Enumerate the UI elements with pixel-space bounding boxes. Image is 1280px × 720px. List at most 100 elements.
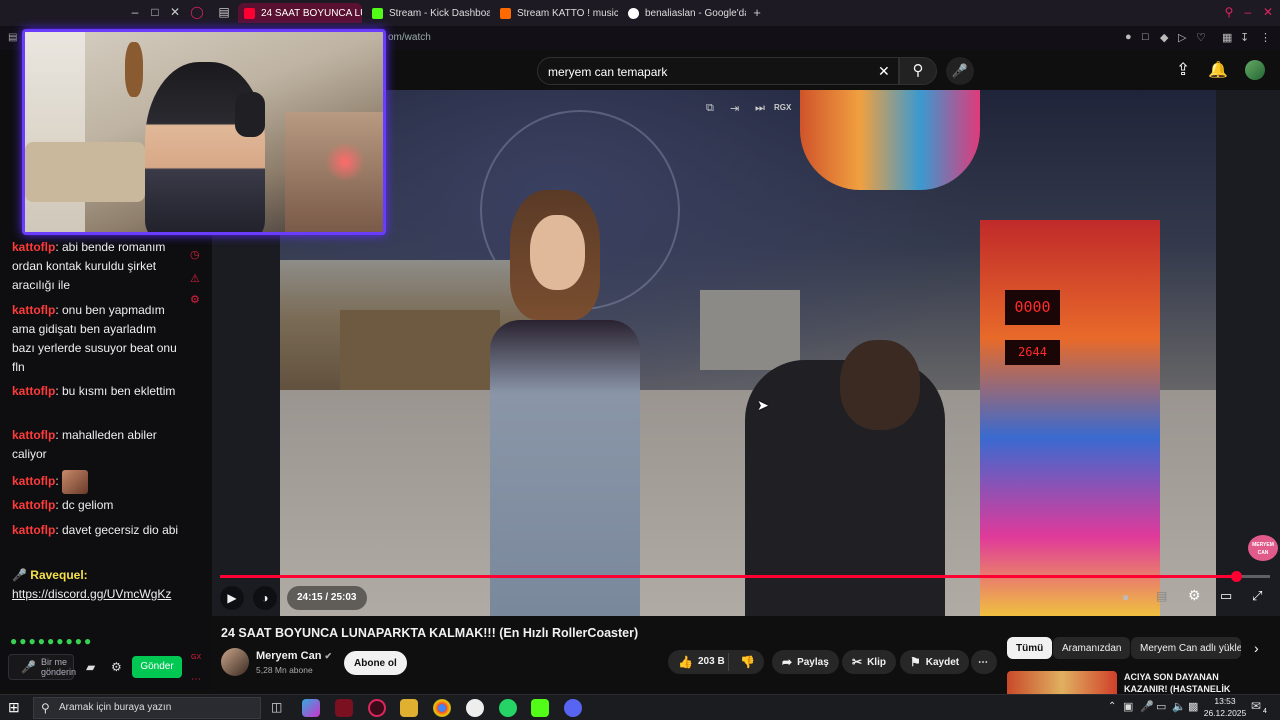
- clip-button[interactable]: ✂ Klip: [842, 650, 896, 674]
- autoplay-toggle-icon[interactable]: ●: [1122, 590, 1129, 604]
- tab-youtube[interactable]: 24 SAAT BOYUNCA LUNA: [238, 3, 362, 23]
- miniplayer-icon[interactable]: ⧉: [706, 102, 714, 115]
- play-button[interactable]: ▶: [220, 586, 244, 610]
- gx-icon[interactable]: GX: [191, 654, 201, 661]
- clear-search-icon[interactable]: ✕: [878, 63, 890, 80]
- tab-grid-icon[interactable]: ▤: [216, 5, 232, 19]
- app-icon[interactable]: [466, 699, 484, 717]
- chip-all[interactable]: Tümü: [1007, 637, 1053, 659]
- volume-button[interactable]: ◑: [253, 586, 277, 610]
- download-icon[interactable]: ↧: [1240, 31, 1249, 44]
- dislike-icon[interactable]: 👎: [740, 655, 755, 669]
- opera-icon[interactable]: ◯: [189, 5, 205, 19]
- url-text[interactable]: om/watch: [388, 32, 431, 43]
- exit-icon[interactable]: ⇥: [730, 102, 739, 115]
- task-view-icon[interactable]: ◫: [271, 700, 282, 714]
- chip-from-search[interactable]: Aramanızdan: [1053, 637, 1131, 659]
- minimize-icon[interactable]: –: [127, 5, 143, 19]
- shield-icon[interactable]: ◆: [1160, 31, 1168, 44]
- fullscreen-icon[interactable]: ⤢: [1252, 588, 1262, 604]
- kick-icon[interactable]: [531, 699, 549, 717]
- settings-icon[interactable]: ⚙: [190, 293, 200, 306]
- channel-avatar[interactable]: [221, 648, 249, 676]
- whatsapp-icon[interactable]: [499, 699, 517, 717]
- avatar[interactable]: [1245, 60, 1265, 80]
- chat-username[interactable]: kattoflp: [12, 498, 55, 512]
- volume-icon[interactable]: 🔈: [1172, 700, 1186, 713]
- chat-input[interactable]: 🎤 Bir me gönderin: [8, 654, 76, 680]
- heart-icon[interactable]: ♡: [1196, 31, 1206, 44]
- more-actions-button[interactable]: ⋯: [971, 650, 997, 674]
- window-minimize-icon[interactable]: –: [1240, 5, 1256, 19]
- tab-google[interactable]: benaliaslan - Google'da A: [622, 3, 746, 23]
- like-count[interactable]: 203 B: [698, 656, 725, 667]
- mod-icon[interactable]: ⚠: [190, 272, 200, 285]
- snapshot-icon[interactable]: □: [1142, 31, 1149, 43]
- channel-name[interactable]: Meryem Can ✔: [256, 650, 332, 662]
- theater-mode-icon[interactable]: ▭: [1220, 588, 1232, 604]
- opera-gx-icon[interactable]: [368, 699, 386, 717]
- chat-username[interactable]: Ravequel:: [30, 568, 87, 582]
- language-icon[interactable]: ▩: [1188, 700, 1198, 713]
- extensions-icon[interactable]: ▦: [1222, 31, 1232, 44]
- clock-date[interactable]: 26.12.2025: [1202, 708, 1248, 718]
- search-button[interactable]: ⚲: [899, 57, 937, 85]
- upload-icon[interactable]: ⇪: [1176, 60, 1190, 80]
- skip-icon[interactable]: ⏭: [755, 102, 765, 115]
- tab-kick[interactable]: Stream - Kick Dashboard: [366, 3, 490, 23]
- taskbar-search[interactable]: ⚲ Aramak için buraya yazın: [33, 697, 261, 719]
- chrome-icon[interactable]: [433, 699, 451, 717]
- settings-gear-icon[interactable]: ⚙: [1188, 587, 1201, 604]
- maximize-icon[interactable]: □: [147, 5, 163, 19]
- close-icon[interactable]: ✕: [167, 5, 183, 19]
- overlay-badge[interactable]: RGX: [774, 103, 791, 112]
- search-tabs-icon[interactable]: ⚲: [1221, 5, 1237, 19]
- subtitles-icon[interactable]: ▤: [1156, 589, 1167, 603]
- emote-row[interactable]: ●●●●●●●●●: [10, 634, 180, 648]
- clock-time[interactable]: 13:53: [1210, 696, 1240, 706]
- chat-username[interactable]: kattoflp: [12, 523, 55, 537]
- channel-watermark[interactable]: MERYEM CAN: [1248, 535, 1278, 561]
- file-explorer-icon[interactable]: [400, 699, 418, 717]
- bits-icon[interactable]: ▰: [86, 660, 95, 674]
- pin-icon[interactable]: ●: [1125, 31, 1132, 43]
- progress-knob[interactable]: [1231, 571, 1243, 582]
- progress-bar[interactable]: [220, 571, 1270, 582]
- chevron-right-icon[interactable]: ›: [1254, 640, 1259, 656]
- chat-settings-gear-icon[interactable]: ⚙: [111, 660, 122, 674]
- chat-username[interactable]: kattoflp: [12, 303, 55, 317]
- chat-username[interactable]: kattoflp: [12, 240, 55, 254]
- chat-link[interactable]: https://discord.gg/UVmcWgKz: [12, 587, 171, 601]
- new-tab-icon[interactable]: +: [749, 5, 765, 20]
- chat-username[interactable]: kattoflp: [12, 428, 55, 442]
- timeout-icon[interactable]: ◷: [190, 248, 200, 261]
- chip-from-uploader[interactable]: Meryem Can adlı yükley: [1131, 637, 1241, 659]
- copilot-icon[interactable]: [302, 699, 320, 717]
- tab-katto[interactable]: Stream KATTO ! music | L: [494, 3, 618, 23]
- notifications-bell-icon[interactable]: 🔔: [1208, 60, 1228, 80]
- tray-chevron-icon[interactable]: ⌃: [1108, 701, 1116, 712]
- chat-username[interactable]: kattoflp: [12, 384, 55, 398]
- window-close-icon[interactable]: ✕: [1260, 5, 1276, 19]
- discord-icon[interactable]: [564, 699, 582, 717]
- notification-center-icon[interactable]: ✉: [1251, 699, 1261, 713]
- search-input[interactable]: meryem can temapark ✕: [537, 57, 899, 85]
- windows-start-icon[interactable]: ⊞: [8, 699, 20, 716]
- send-button[interactable]: Gönder: [132, 656, 182, 678]
- subscribe-button[interactable]: Abone ol: [344, 651, 407, 675]
- share-button[interactable]: ➦ Paylaş: [772, 650, 839, 674]
- menu-icon[interactable]: ⋮: [1260, 31, 1271, 44]
- recommended-title[interactable]: ACIYA SON DAYANAN KAZANIR! (HASTANELİK: [1124, 671, 1234, 694]
- tray-mic-icon[interactable]: 🎤: [1140, 700, 1154, 713]
- play-icon[interactable]: ▷: [1178, 31, 1186, 44]
- like-icon[interactable]: 👍: [678, 655, 693, 669]
- tray-app-icon[interactable]: ▣: [1123, 700, 1133, 713]
- vpn-icon[interactable]: ▤: [8, 32, 17, 43]
- save-button[interactable]: ⚑ Kaydet: [900, 650, 970, 674]
- recommended-thumbnail[interactable]: [1007, 671, 1117, 694]
- voice-search-button[interactable]: 🎤: [946, 57, 974, 85]
- app-icon[interactable]: [335, 699, 353, 717]
- chat-username[interactable]: kattoflp: [12, 474, 55, 488]
- tray-display-icon[interactable]: ▭: [1156, 700, 1166, 713]
- sidebar-more-icon[interactable]: ⋯: [191, 674, 201, 685]
